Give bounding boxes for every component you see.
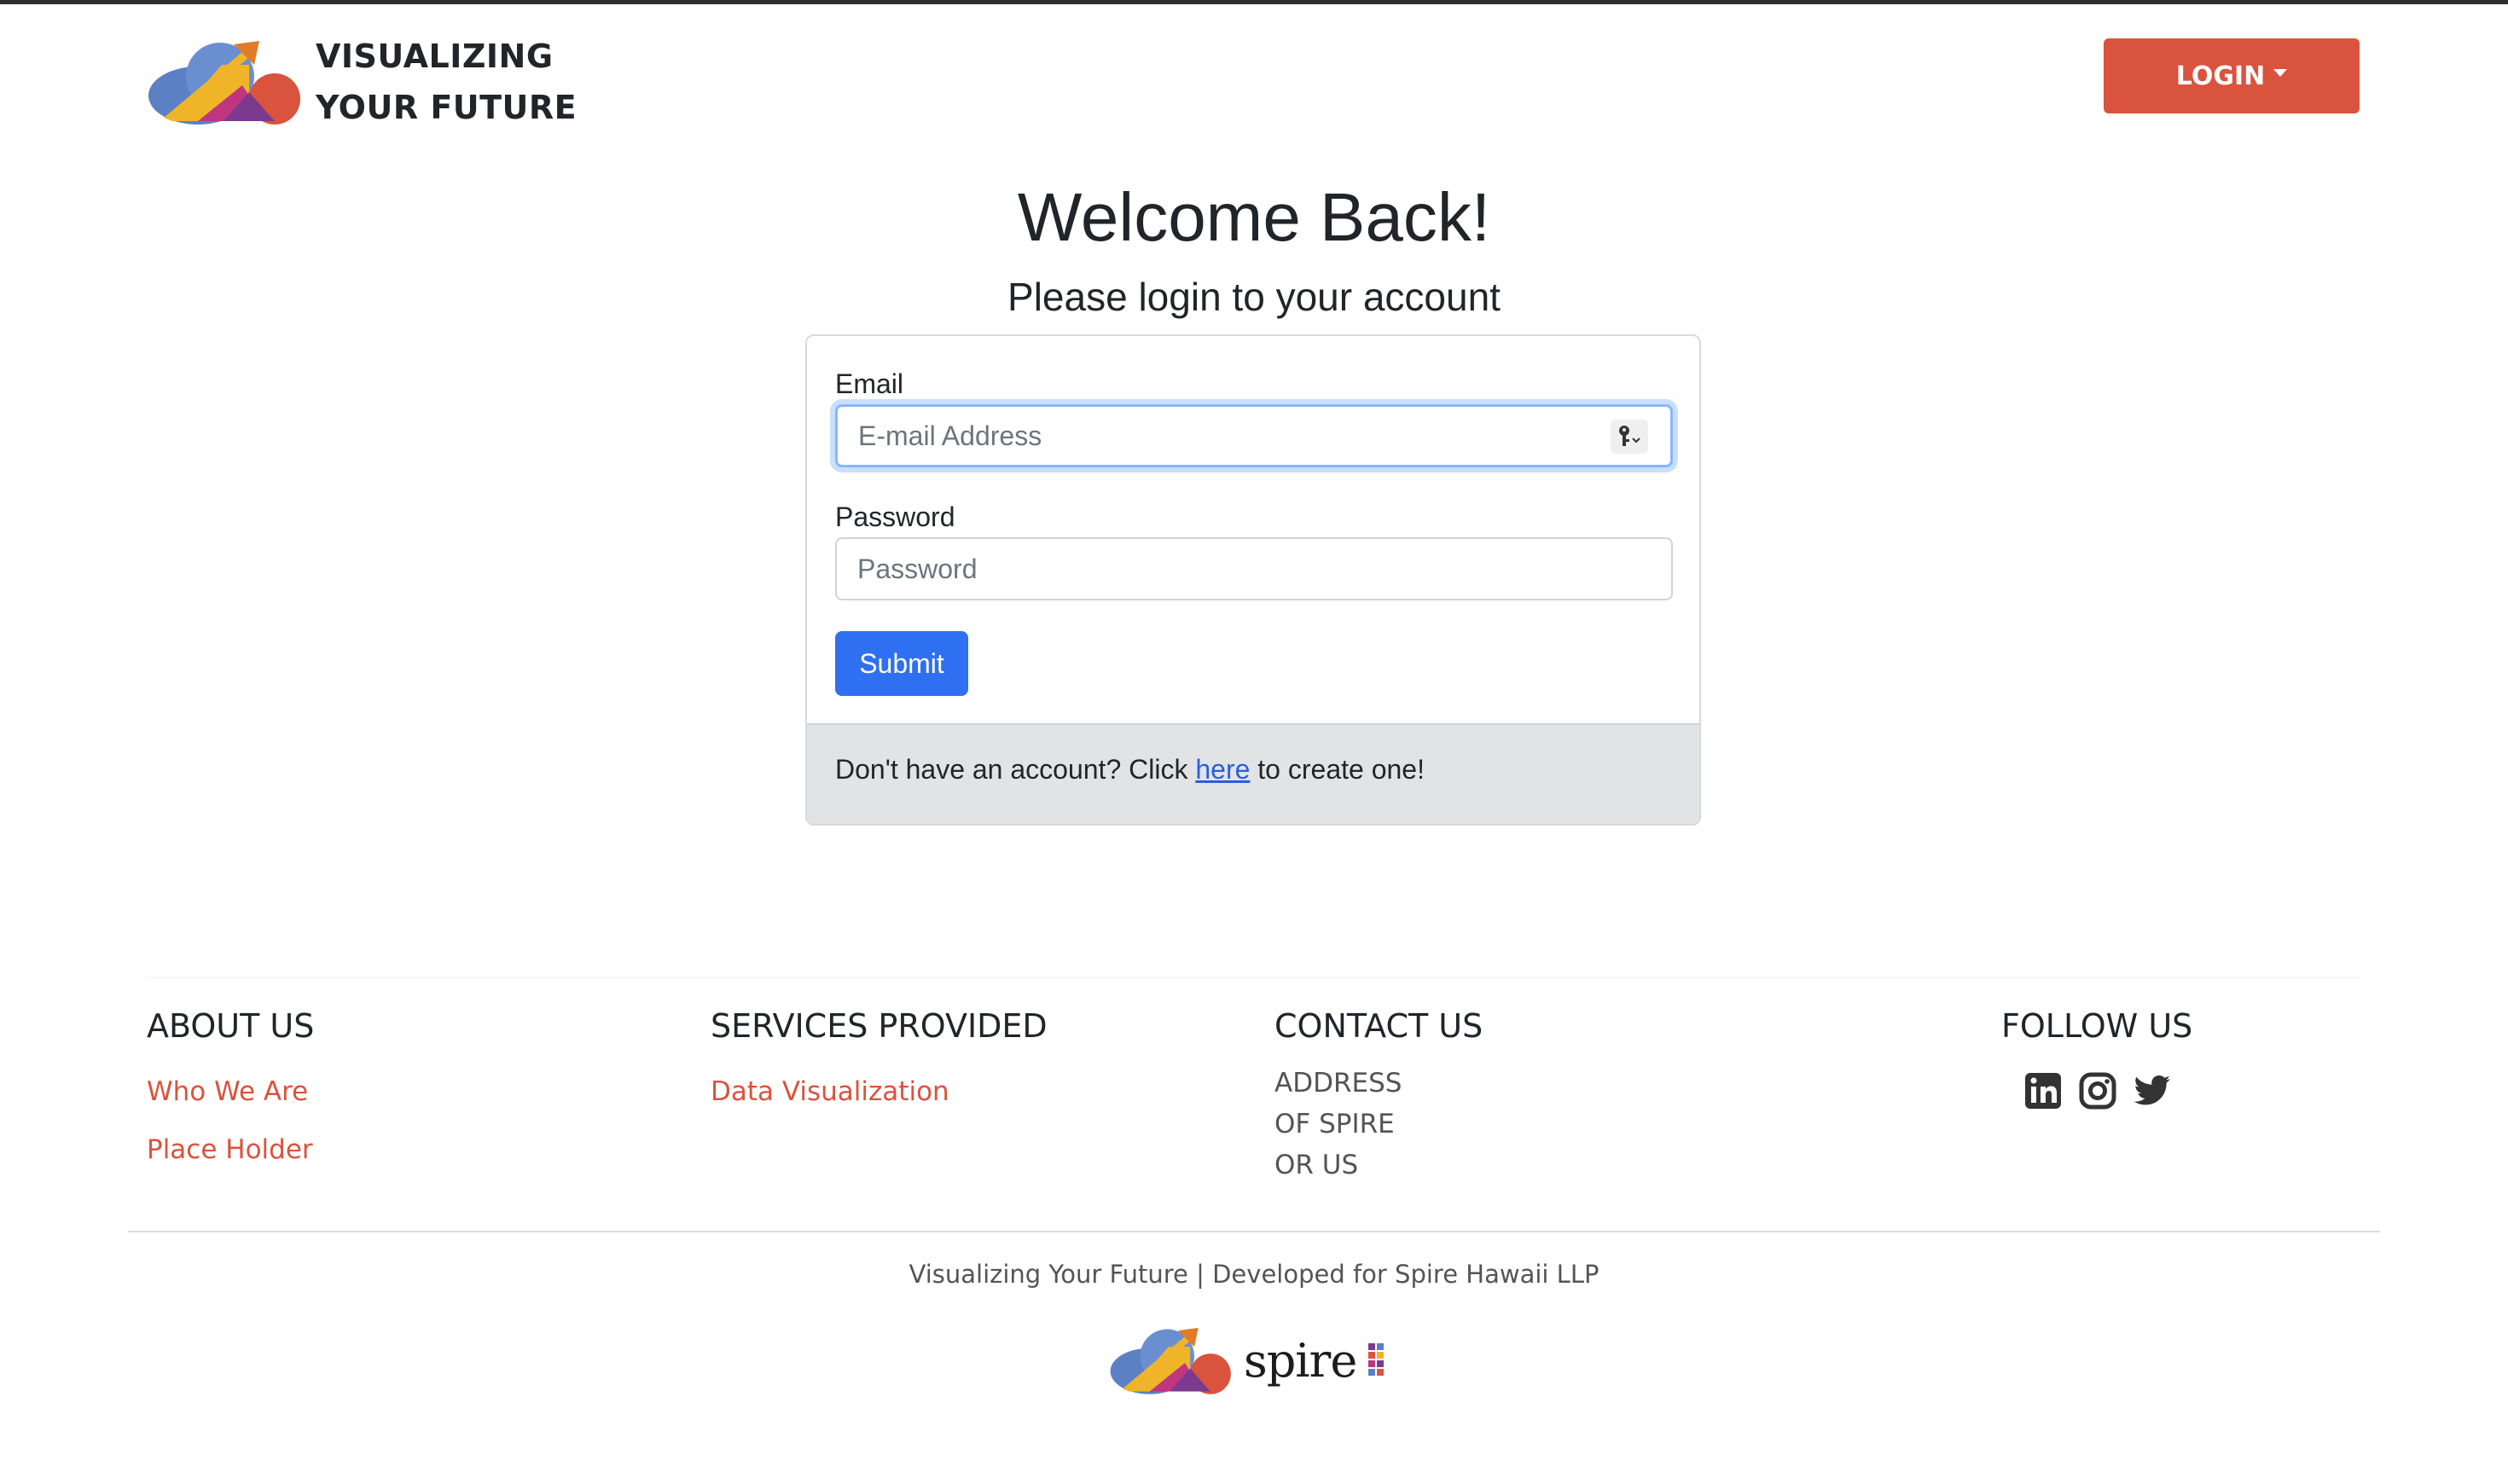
signup-suffix: to create one!: [1250, 754, 1425, 785]
login-label: LOGIN: [2175, 61, 2266, 91]
spire-wordmark: spire: [1244, 1333, 1357, 1388]
password-manager-key-icon[interactable]: [1611, 420, 1648, 454]
cloud-logo-icon: [148, 41, 300, 125]
brand-name: VISUALIZING YOUR FUTURE: [316, 31, 577, 133]
contact-heading: CONTACT US: [1274, 1007, 1483, 1045]
page-title: Welcome Back!: [1017, 179, 1491, 255]
contact-address: ADDRESS OF SPIRE OR US: [1274, 1063, 1483, 1185]
footer-credit: Visualizing Your Future | Developed for …: [909, 1260, 1599, 1289]
login-dropdown-button[interactable]: LOGIN: [2104, 38, 2360, 113]
address-line-3: OR US: [1274, 1150, 1359, 1180]
services-heading: SERVICES PROVIDED: [711, 1007, 1048, 1045]
login-card: Email Password Submit Don't have an acco…: [805, 334, 1701, 826]
footer-divider: [147, 977, 2361, 978]
instagram-icon[interactable]: [2078, 1071, 2117, 1110]
social-links: [2023, 1071, 2192, 1110]
brand-line-2: YOUR FUTURE: [316, 89, 578, 126]
login-form: Email Password Submit: [807, 336, 1699, 723]
signup-text: Don't have an account? Click here to cre…: [835, 754, 1425, 785]
follow-heading: FOLLOW US: [2001, 1007, 2193, 1045]
page-subtitle: Please login to your account: [1007, 275, 1501, 319]
footer-services-column: SERVICES PROVIDED Data Visualization: [711, 998, 1048, 1121]
top-border: [0, 0, 2508, 4]
password-input[interactable]: [835, 537, 1673, 600]
email-input[interactable]: [835, 404, 1673, 467]
twitter-icon[interactable]: [2133, 1071, 2172, 1110]
footer-link-who-we-are[interactable]: Who We Are: [147, 1063, 314, 1121]
cloud-logo-icon: [1110, 1327, 1231, 1394]
footer-bottom-divider: [128, 1231, 2380, 1232]
signup-link[interactable]: here: [1195, 754, 1250, 785]
email-label: Email: [835, 368, 904, 399]
footer-follow-column: FOLLOW US: [2001, 998, 2192, 1110]
submit-button[interactable]: Submit: [835, 631, 968, 696]
footer-link-place-holder[interactable]: Place Holder: [147, 1121, 314, 1179]
caret-down-icon: [2273, 68, 2288, 77]
brand-line-1: VISUALIZING: [316, 38, 554, 75]
spire-mark-icon: [1368, 1343, 1385, 1376]
about-heading: ABOUT US: [147, 1007, 315, 1045]
footer-link-data-visualization[interactable]: Data Visualization: [711, 1063, 1048, 1121]
address-line-2: OF SPIRE: [1274, 1109, 1395, 1139]
brand-logo[interactable]: VISUALIZING YOUR FUTURE: [147, 31, 577, 133]
password-label: Password: [835, 501, 955, 532]
address-line-1: ADDRESS: [1274, 1068, 1402, 1099]
signup-prefix: Don't have an account? Click: [835, 754, 1196, 785]
footer-contact-column: CONTACT US ADDRESS OF SPIRE OR US: [1274, 998, 1483, 1185]
footer-about-column: ABOUT US Who We Are Place Holder: [147, 998, 314, 1179]
linkedin-icon[interactable]: [2023, 1071, 2063, 1110]
signup-prompt: Don't have an account? Click here to cre…: [807, 723, 1699, 824]
spire-logo: spire: [1109, 1326, 1390, 1394]
